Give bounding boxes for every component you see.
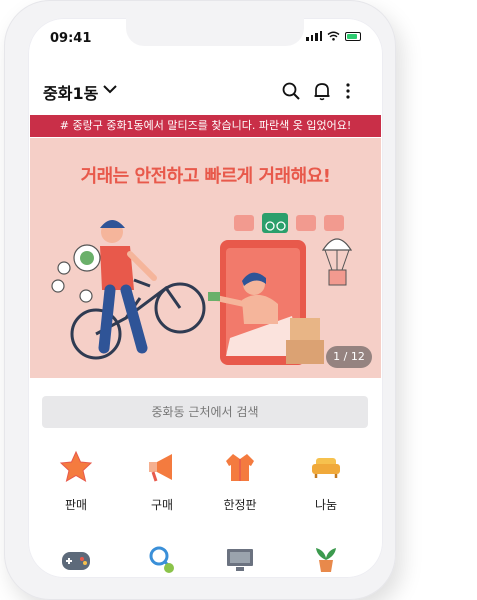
sofa-icon [312, 458, 340, 478]
app-screen: 09:41 중화1동 # 중랑구 중화1동에서 말티즈를 찾습니다. 파란색 옷… [28, 18, 383, 578]
more-vertical-icon[interactable] [344, 81, 352, 101]
bag-icon [296, 215, 316, 231]
status-time: 09:41 [50, 31, 92, 46]
tshirt-icon [234, 215, 254, 231]
star-icon [59, 450, 93, 483]
boxes-illustration [286, 318, 324, 364]
category-label: 판매 [64, 498, 88, 512]
sports-icon [149, 546, 174, 573]
status-icons [306, 31, 361, 41]
jacket-icon [226, 454, 254, 481]
monitor-icon [227, 549, 253, 571]
category-plants[interactable] [296, 542, 356, 578]
category-buy[interactable]: 구매 [132, 450, 192, 513]
search-input[interactable]: 중화동 근처에서 검색 [42, 396, 368, 428]
category-sports[interactable] [132, 542, 192, 578]
cellular-signal-icon [306, 31, 322, 41]
chevron-down-icon[interactable] [102, 83, 118, 95]
promo-banner[interactable]: 거래는 안전하고 빠르게 거래해요! 1 / 12 [30, 138, 381, 378]
category-limited[interactable]: 한정판 [210, 450, 270, 513]
category-electronics[interactable] [210, 542, 270, 578]
notice-banner[interactable]: # 중랑구 중화1동에서 말티즈를 찾습니다. 파란색 옷 입었어요! [30, 115, 381, 137]
phone-frame: 09:41 중화1동 # 중랑구 중화1동에서 말티즈를 찾습니다. 파란색 옷… [4, 0, 396, 600]
gamepad-icon [62, 552, 90, 570]
category-label: 한정판 [223, 498, 257, 512]
carousel-pager: 1 / 12 [326, 346, 372, 368]
category-sell[interactable]: 판매 [46, 450, 106, 513]
category-games[interactable] [46, 542, 106, 578]
category-label: 구매 [150, 498, 174, 512]
search-icon[interactable] [281, 81, 301, 101]
megaphone-icon [149, 454, 172, 482]
bicycle-app-icon [262, 213, 288, 233]
category-share[interactable]: 나눔 [296, 450, 356, 513]
phone-notch [126, 18, 304, 46]
parachute-parcel-icon [321, 238, 353, 286]
plant-icon [316, 548, 336, 572]
bell-icon[interactable] [313, 81, 331, 101]
wifi-icon [327, 31, 340, 41]
battery-icon [345, 31, 361, 41]
category-label: 나눔 [314, 498, 338, 512]
watch-icon [324, 215, 344, 231]
globe-bubble-icon [73, 244, 101, 272]
trade-illustration [51, 213, 353, 365]
location-selector[interactable]: 중화1동 [43, 80, 98, 104]
top-app-bar: 중화1동 [28, 78, 383, 114]
